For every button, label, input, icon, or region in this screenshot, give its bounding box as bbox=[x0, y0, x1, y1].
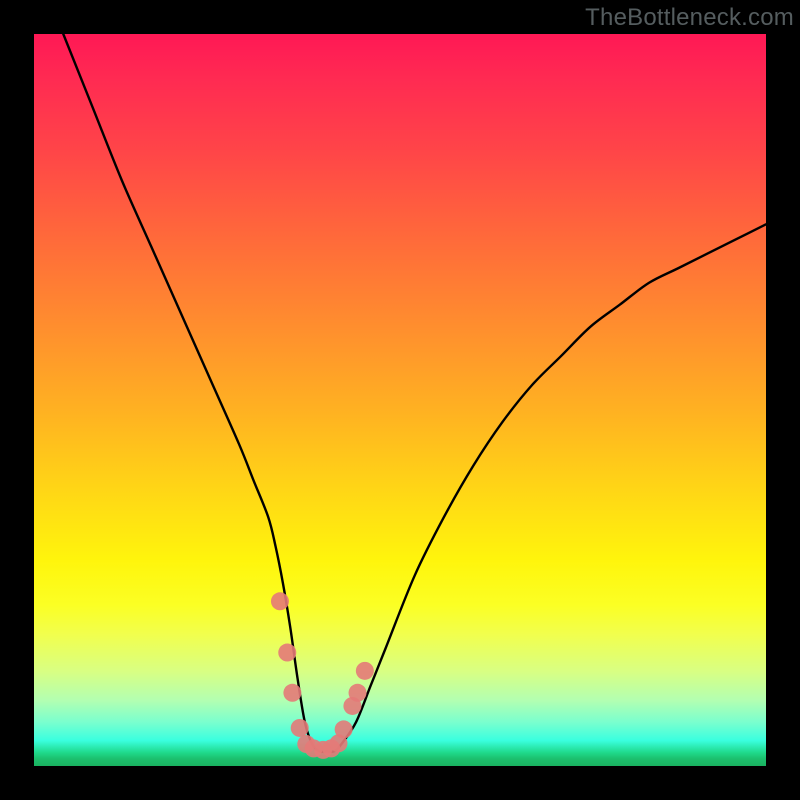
curve-marker bbox=[278, 644, 296, 662]
plot-area bbox=[34, 34, 766, 766]
curve-marker bbox=[335, 720, 353, 738]
curve-markers bbox=[271, 592, 374, 759]
watermark-text: TheBottleneck.com bbox=[585, 4, 794, 32]
curve-marker bbox=[283, 684, 301, 702]
curve-marker bbox=[349, 684, 367, 702]
chart-frame: TheBottleneck.com bbox=[0, 0, 800, 800]
curve-marker bbox=[271, 592, 289, 610]
curve-marker bbox=[291, 719, 309, 737]
curve-marker bbox=[356, 662, 374, 680]
bottleneck-curve bbox=[63, 34, 766, 752]
curve-layer bbox=[34, 34, 766, 766]
